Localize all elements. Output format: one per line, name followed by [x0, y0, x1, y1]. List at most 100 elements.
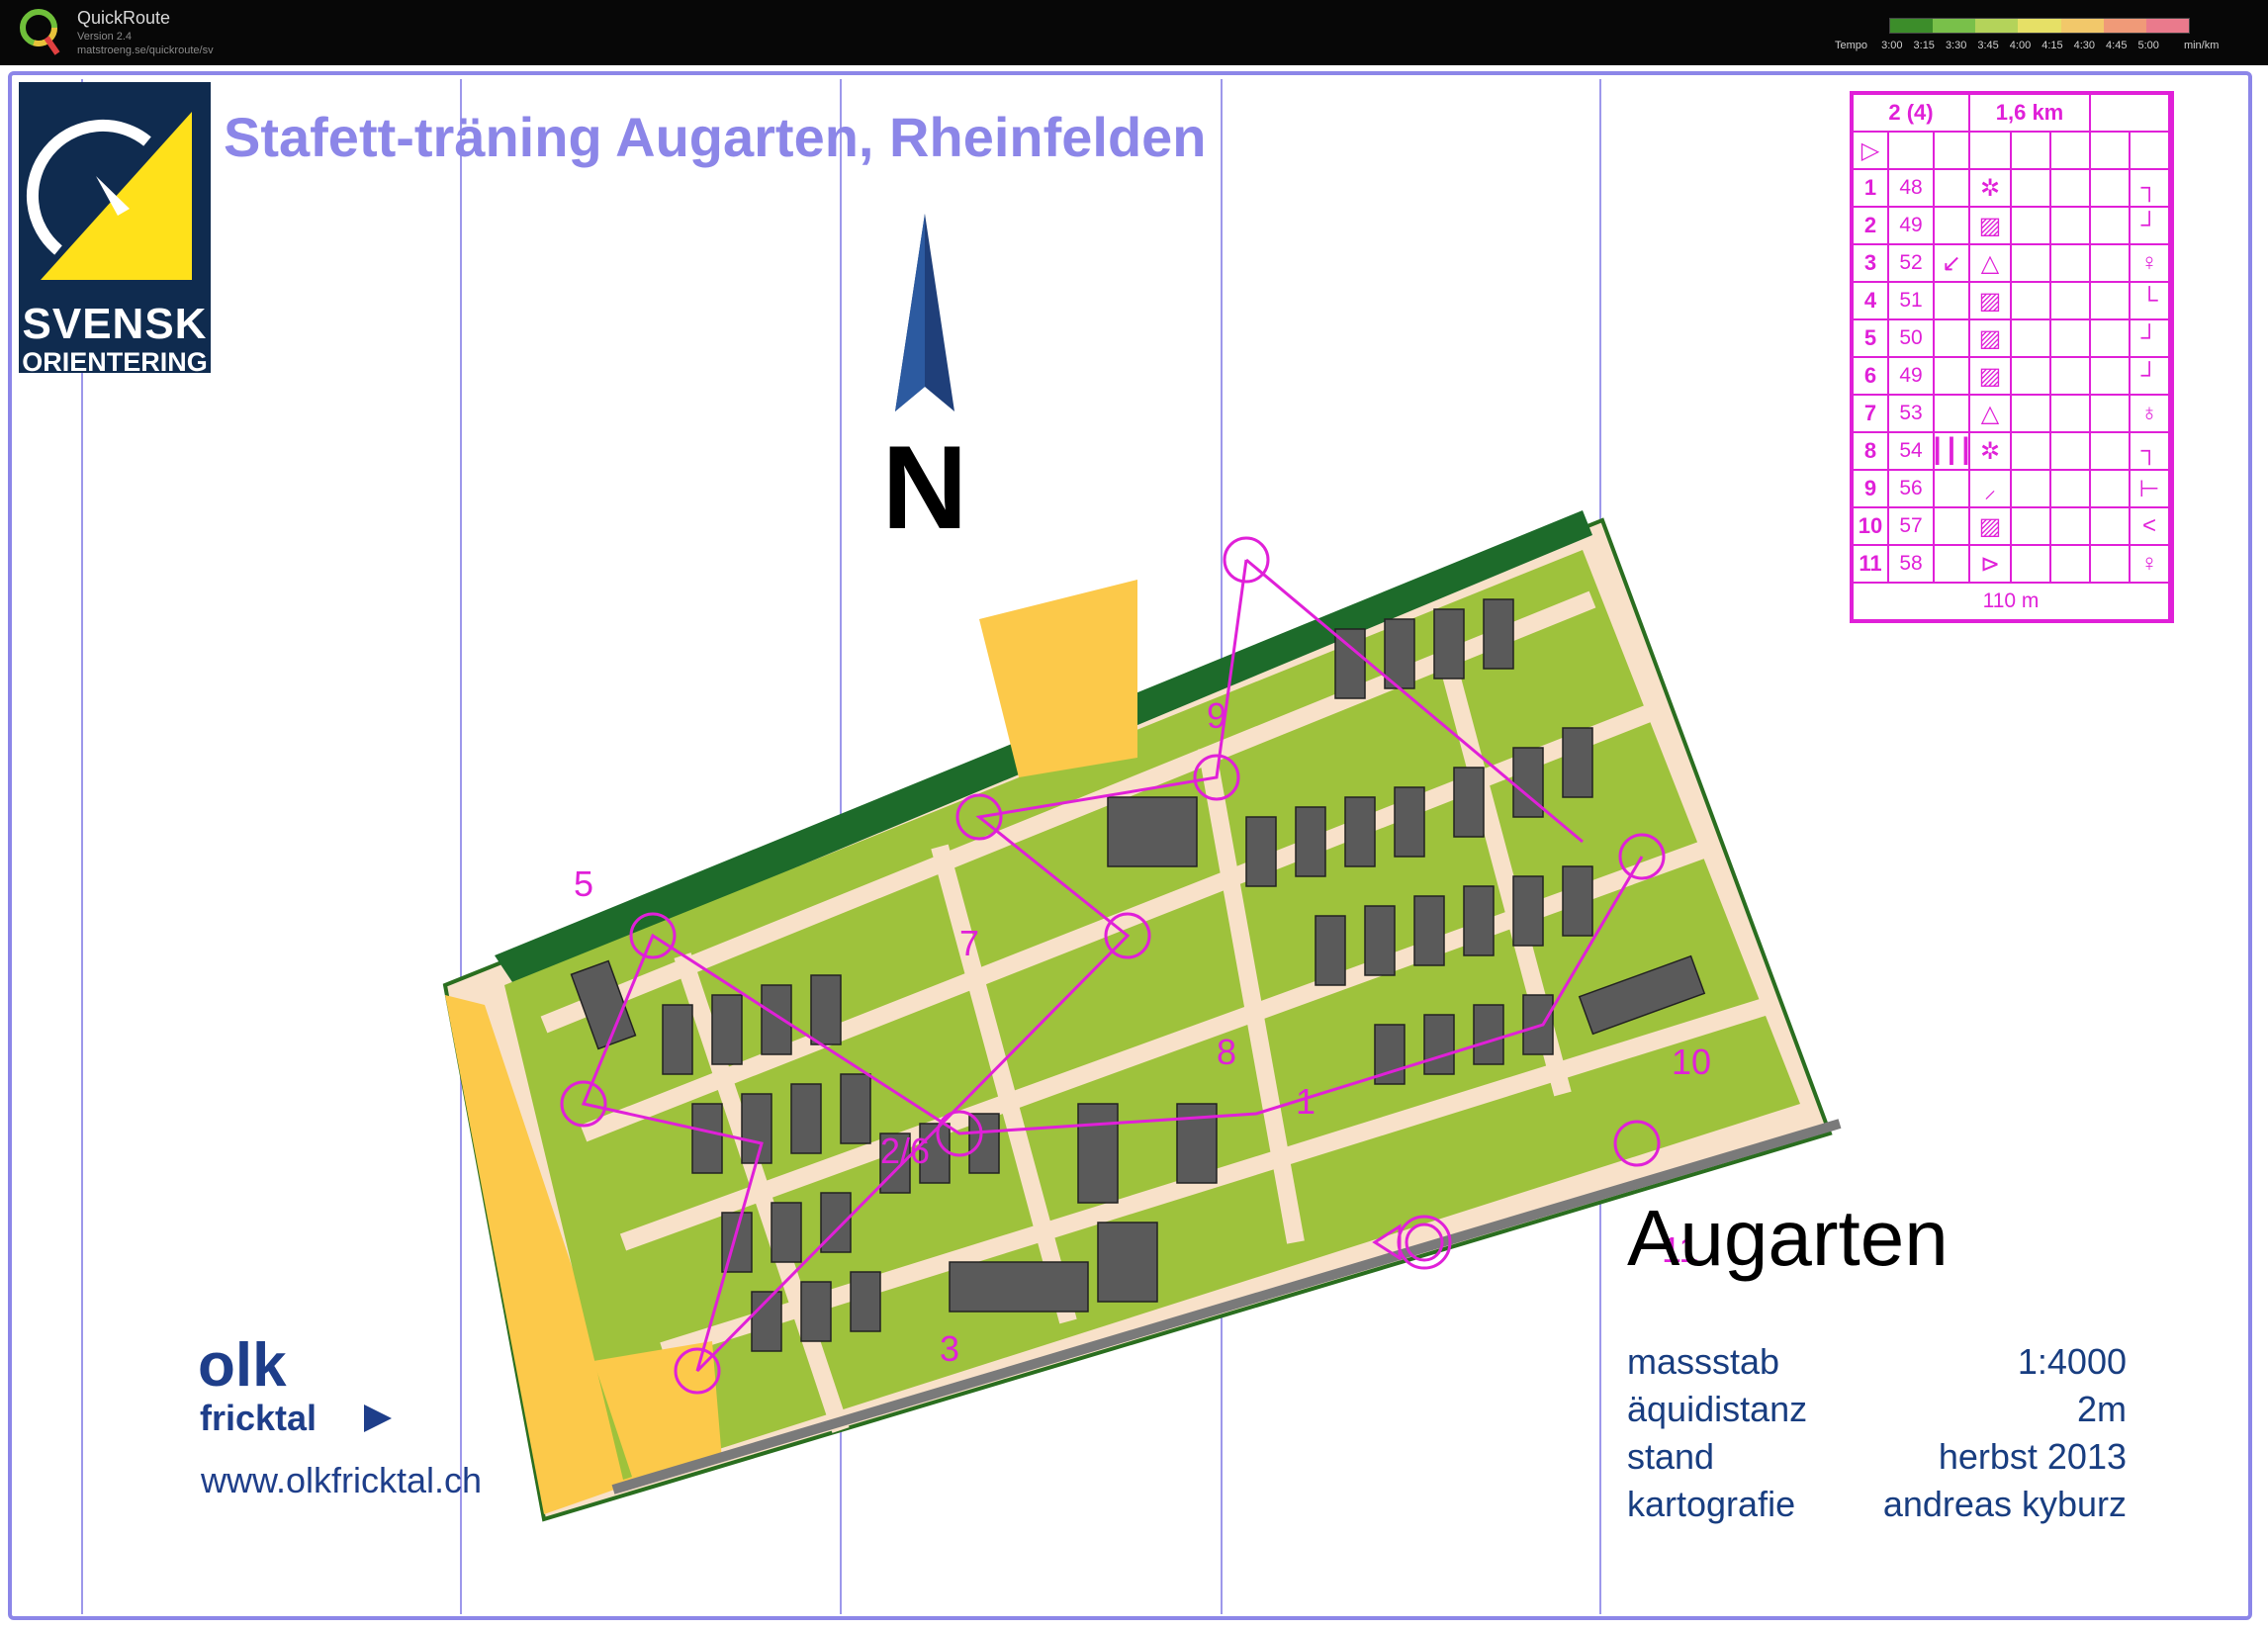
table-cell [2051, 133, 2091, 168]
tempo-tick-label: 4:30 [2073, 40, 2096, 51]
tempo-tick-label: 3:30 [1945, 40, 1967, 51]
control-code: 50 [1889, 320, 1935, 356]
tempo-color-scale [1889, 18, 2190, 34]
table-cell [2131, 133, 2170, 168]
control-direction [1935, 283, 1970, 318]
control-code: 51 [1889, 283, 1935, 318]
table-cell [2051, 208, 2091, 243]
club-logo-line1: olk [198, 1331, 287, 1400]
control-row: 2 49 ▨ ┘ [1854, 208, 2170, 245]
control-row: 9 56 ⸝ ⊢ [1854, 471, 2170, 508]
club-url-link[interactable]: www.olkfricktal.ch [201, 1460, 482, 1501]
table-cell [2012, 471, 2051, 506]
info-label: kartografie [1627, 1484, 1796, 1524]
control-direction [1935, 208, 1970, 243]
control-feature-icon: △ [1970, 245, 2012, 281]
info-value: 2m [2076, 1389, 2127, 1429]
control-code: 52 [1889, 245, 1935, 281]
finish-distance: 110 m [1854, 584, 2170, 619]
control-feature-icon: ⸝ [1970, 471, 2012, 506]
control-feature-icon: ✲ [1970, 170, 2012, 206]
control-row: 1 48 ✲ ┐ [1854, 170, 2170, 208]
app-titlebar: QuickRoute Version 2.4 matstroeng.se/qui… [0, 0, 2268, 65]
table-cell [2051, 320, 2091, 356]
app-url-link[interactable]: matstroeng.se/quickroute/sv [77, 45, 214, 56]
control-code: 54 [1889, 433, 1935, 469]
table-cell [2012, 283, 2051, 318]
app-name: QuickRoute [77, 8, 171, 28]
table-header-row: 2 (4) 1,6 km [1854, 95, 2170, 133]
app-version: Version 2.4 [77, 31, 133, 43]
map-control-label-10: 10 [1672, 1042, 1711, 1082]
info-label: stand [1627, 1436, 1715, 1477]
control-location-icon: ┐ [2131, 433, 2170, 469]
tempo-color-swatch [2145, 19, 2189, 33]
info-value: andreas kyburz [1882, 1484, 2127, 1524]
table-cell [2012, 396, 2051, 431]
tempo-tick-label: 3:00 [1881, 40, 1903, 51]
olk-fricktal-logo: olk fricktal [198, 1331, 392, 1438]
info-label: massstab [1627, 1341, 1780, 1382]
control-feature-icon: ▨ [1970, 208, 2012, 243]
table-cell [2051, 508, 2091, 544]
tempo-color-swatch [1933, 19, 1976, 33]
control-direction: ↙ [1935, 245, 1970, 281]
table-cell [2012, 133, 2051, 168]
control-row: 6 49 ▨ ┘ [1854, 358, 2170, 396]
map-canvas[interactable]: SVENSK ORIENTERING Stafett-träning Augar… [0, 65, 2268, 1631]
tempo-scale-labels: Tempo 3:00 3:15 3:30 3:45 4:00 4:15 4:30 4:45 5:… [1835, 40, 2229, 51]
table-cell [2091, 508, 2131, 544]
table-cell [2091, 396, 2131, 431]
table-cell [2091, 245, 2131, 281]
control-location-icon: ┘ [2131, 358, 2170, 394]
control-row: 10 57 ▨ < [1854, 508, 2170, 546]
control-direction [1935, 546, 1970, 582]
table-cell [2091, 358, 2131, 394]
map-name: Augarten [1627, 1194, 1949, 1282]
table-cell [2012, 358, 2051, 394]
control-location-icon: ♀ [2131, 546, 2170, 582]
table-cell [1889, 133, 1935, 168]
control-code: 49 [1889, 208, 1935, 243]
control-number: 11 [1854, 546, 1889, 582]
control-location-icon: ┘ [2131, 208, 2170, 243]
table-cell [2051, 471, 2091, 506]
table-cell [2091, 133, 2131, 168]
control-code: 49 [1889, 358, 1935, 394]
table-cell [2012, 320, 2051, 356]
tempo-tick-label: 3:45 [1977, 40, 1999, 51]
control-row: 3 52 ↙ △ ♀ [1854, 245, 2170, 283]
control-number: 1 [1854, 170, 1889, 206]
control-feature-icon: ▨ [1970, 508, 2012, 544]
quickroute-logo-icon [20, 9, 60, 55]
tempo-label: Tempo [1835, 40, 1868, 51]
table-cell [2012, 245, 2051, 281]
control-code: 48 [1889, 170, 1935, 206]
table-cell [2012, 170, 2051, 206]
logo-text-orientering: ORIENTERING [22, 347, 208, 373]
control-feature-icon: ▨ [1970, 283, 2012, 318]
table-cell [2091, 471, 2131, 506]
tempo-tick-label: 3:15 [1913, 40, 1935, 51]
control-number: 7 [1854, 396, 1889, 431]
control-code: 58 [1889, 546, 1935, 582]
control-direction [1935, 508, 1970, 544]
map-info-block: massstab 1:4000 äquidistanz 2m stand herbst 2… [1627, 1341, 2127, 1531]
map-control-label-8: 8 [1217, 1032, 1236, 1072]
table-cell [2051, 283, 2091, 318]
info-row: massstab 1:4000 [1627, 1341, 2127, 1389]
map-control-label-7: 7 [959, 923, 979, 963]
control-code: 56 [1889, 471, 1935, 506]
map-control-label-3: 3 [940, 1328, 959, 1369]
map-control-label-2-6: 2/6 [880, 1131, 930, 1171]
tempo-color-swatch [2103, 19, 2146, 33]
table-cell [2091, 433, 2131, 469]
control-row: 5 50 ▨ ┘ [1854, 320, 2170, 358]
course-length: 1,6 km [1970, 95, 2091, 131]
table-cell [2051, 358, 2091, 394]
table-cell [2091, 95, 2170, 131]
table-finish-row: 110 m [1854, 584, 2170, 621]
control-row: 11 58 ⊳ ♀ [1854, 546, 2170, 584]
control-direction: ┃┃┃ [1930, 433, 1973, 469]
table-cell [2051, 245, 2091, 281]
